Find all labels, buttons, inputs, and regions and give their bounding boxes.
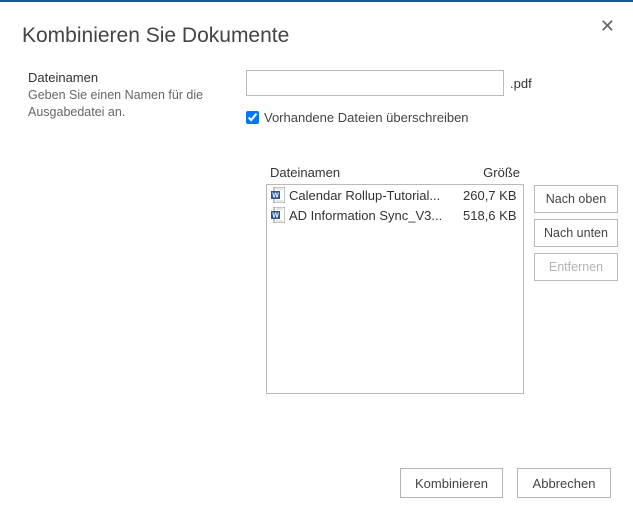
- filename-hint: Geben Sie einen Namen für die Ausgabedat…: [28, 87, 246, 121]
- file-listbox[interactable]: W Calendar Rollup-Tutorial... 260,7 KB W…: [266, 184, 524, 394]
- file-name: Calendar Rollup-Tutorial...: [289, 188, 457, 203]
- list-item[interactable]: W Calendar Rollup-Tutorial... 260,7 KB: [267, 185, 523, 205]
- file-name: AD Information Sync_V3...: [289, 208, 457, 223]
- header-size: Größe: [483, 165, 520, 180]
- overwrite-checkbox-row[interactable]: Vorhandene Dateien überschreiben: [246, 110, 611, 125]
- filename-controls: .pdf Vorhandene Dateien überschreiben: [246, 70, 611, 125]
- file-size: 518,6 KB: [457, 208, 519, 223]
- cancel-button[interactable]: Abbrechen: [517, 468, 611, 498]
- overwrite-checkbox[interactable]: [246, 111, 259, 124]
- svg-text:W: W: [272, 213, 279, 220]
- combine-button[interactable]: Kombinieren: [400, 468, 503, 498]
- file-list-area: Dateinamen Größe W Calendar Rollup-Tutor…: [266, 165, 611, 394]
- dialog-title: Kombinieren Sie Dokumente: [22, 24, 611, 48]
- output-filename-input[interactable]: [246, 70, 504, 96]
- combine-documents-dialog: ✕ Kombinieren Sie Dokumente Dateinamen G…: [0, 2, 633, 520]
- overwrite-label: Vorhandene Dateien überschreiben: [264, 110, 469, 125]
- file-extension-label: .pdf: [510, 76, 532, 91]
- file-size: 260,7 KB: [457, 188, 519, 203]
- filename-row: Dateinamen Geben Sie einen Namen für die…: [22, 70, 611, 125]
- word-doc-icon: W: [271, 187, 285, 203]
- filename-labels: Dateinamen Geben Sie einen Namen für die…: [22, 70, 246, 121]
- close-icon[interactable]: ✕: [600, 16, 615, 37]
- reorder-buttons: Nach oben Nach unten Entfernen: [534, 185, 618, 394]
- filename-label: Dateinamen: [28, 70, 246, 85]
- list-item[interactable]: W AD Information Sync_V3... 518,6 KB: [267, 205, 523, 225]
- move-down-button[interactable]: Nach unten: [534, 219, 618, 247]
- dialog-footer: Kombinieren Abbrechen: [400, 468, 611, 498]
- header-filenames: Dateinamen: [270, 165, 340, 180]
- list-header: Dateinamen Größe: [266, 165, 524, 184]
- remove-button[interactable]: Entfernen: [534, 253, 618, 281]
- word-doc-icon: W: [271, 207, 285, 223]
- move-up-button[interactable]: Nach oben: [534, 185, 618, 213]
- svg-text:W: W: [272, 193, 279, 200]
